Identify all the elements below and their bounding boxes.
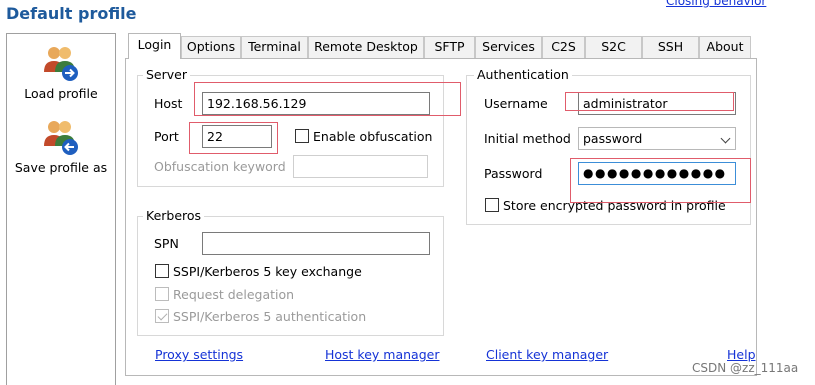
help-link[interactable]: Help — [727, 347, 756, 362]
tab-login[interactable]: Login — [128, 33, 181, 59]
kerberos-authentication-checkbox[interactable] — [155, 309, 169, 323]
tab-c2s[interactable]: C2S — [542, 36, 585, 58]
watermark: CSDN @zz_111aa — [692, 361, 799, 375]
host-key-manager-link[interactable]: Host key manager — [325, 347, 439, 362]
initial-method-label: Initial method — [484, 131, 571, 146]
load-profile-label: Load profile — [24, 86, 98, 101]
enable-obfuscation-checkbox[interactable] — [295, 129, 309, 143]
window-title: Default profile — [6, 4, 137, 23]
obfuscation-keyword-input[interactable] — [293, 155, 428, 178]
initial-method-select[interactable]: password — [578, 127, 736, 150]
spn-input[interactable] — [202, 232, 430, 255]
tab-services[interactable]: Services — [475, 36, 542, 58]
tab-about[interactable]: About — [699, 36, 751, 58]
kerberos-authentication-label: SSPI/Kerberos 5 authentication — [173, 309, 367, 324]
host-input[interactable]: 192.168.56.129 — [202, 92, 430, 115]
client-key-manager-link[interactable]: Client key manager — [486, 347, 608, 362]
tab-ssh[interactable]: SSH — [642, 36, 699, 58]
tab-s2c[interactable]: S2C — [585, 36, 642, 58]
username-input[interactable]: administrator — [578, 92, 736, 115]
tab-remote-desktop[interactable]: Remote Desktop — [308, 36, 424, 58]
kerberos-key-exchange-label: SSPI/Kerberos 5 key exchange — [173, 264, 362, 279]
port-label: Port — [154, 129, 179, 144]
obfuscation-keyword-label: Obfuscation keyword — [154, 159, 286, 174]
kerberos-group-label: Kerberos — [143, 208, 205, 223]
authentication-group-label: Authentication — [474, 67, 572, 82]
proxy-settings-link[interactable]: Proxy settings — [155, 347, 243, 362]
password-input[interactable]: ●●●●●●●●●●●● — [578, 162, 736, 185]
store-password-label: Store encrypted password in profile — [503, 198, 726, 213]
password-label: Password — [484, 166, 543, 181]
store-password-checkbox[interactable] — [485, 198, 499, 212]
chevron-down-icon — [720, 133, 731, 144]
host-label: Host — [154, 96, 183, 111]
sidebar: Load profile Save profile as — [6, 33, 116, 385]
save-profile-icon — [44, 121, 78, 155]
tab-terminal[interactable]: Terminal — [241, 36, 308, 58]
load-profile-button[interactable]: Load profile — [7, 44, 115, 101]
request-delegation-label: Request delegation — [173, 287, 295, 302]
request-delegation-checkbox[interactable] — [155, 287, 169, 301]
kerberos-key-exchange-checkbox[interactable] — [155, 264, 169, 278]
enable-obfuscation-label: Enable obfuscation — [313, 129, 433, 144]
tab-sftp[interactable]: SFTP — [424, 36, 475, 58]
port-input[interactable]: 22 — [202, 125, 272, 148]
closing-behavior-link[interactable]: Closing behavior — [666, 0, 766, 8]
load-profile-icon — [44, 47, 78, 81]
spn-label: SPN — [154, 236, 179, 251]
save-profile-label: Save profile as — [14, 160, 108, 175]
save-profile-button[interactable]: Save profile as — [7, 118, 115, 175]
server-group-label: Server — [143, 67, 190, 82]
initial-method-value: password — [583, 131, 643, 146]
username-label: Username — [484, 96, 548, 111]
tab-options[interactable]: Options — [181, 36, 241, 58]
